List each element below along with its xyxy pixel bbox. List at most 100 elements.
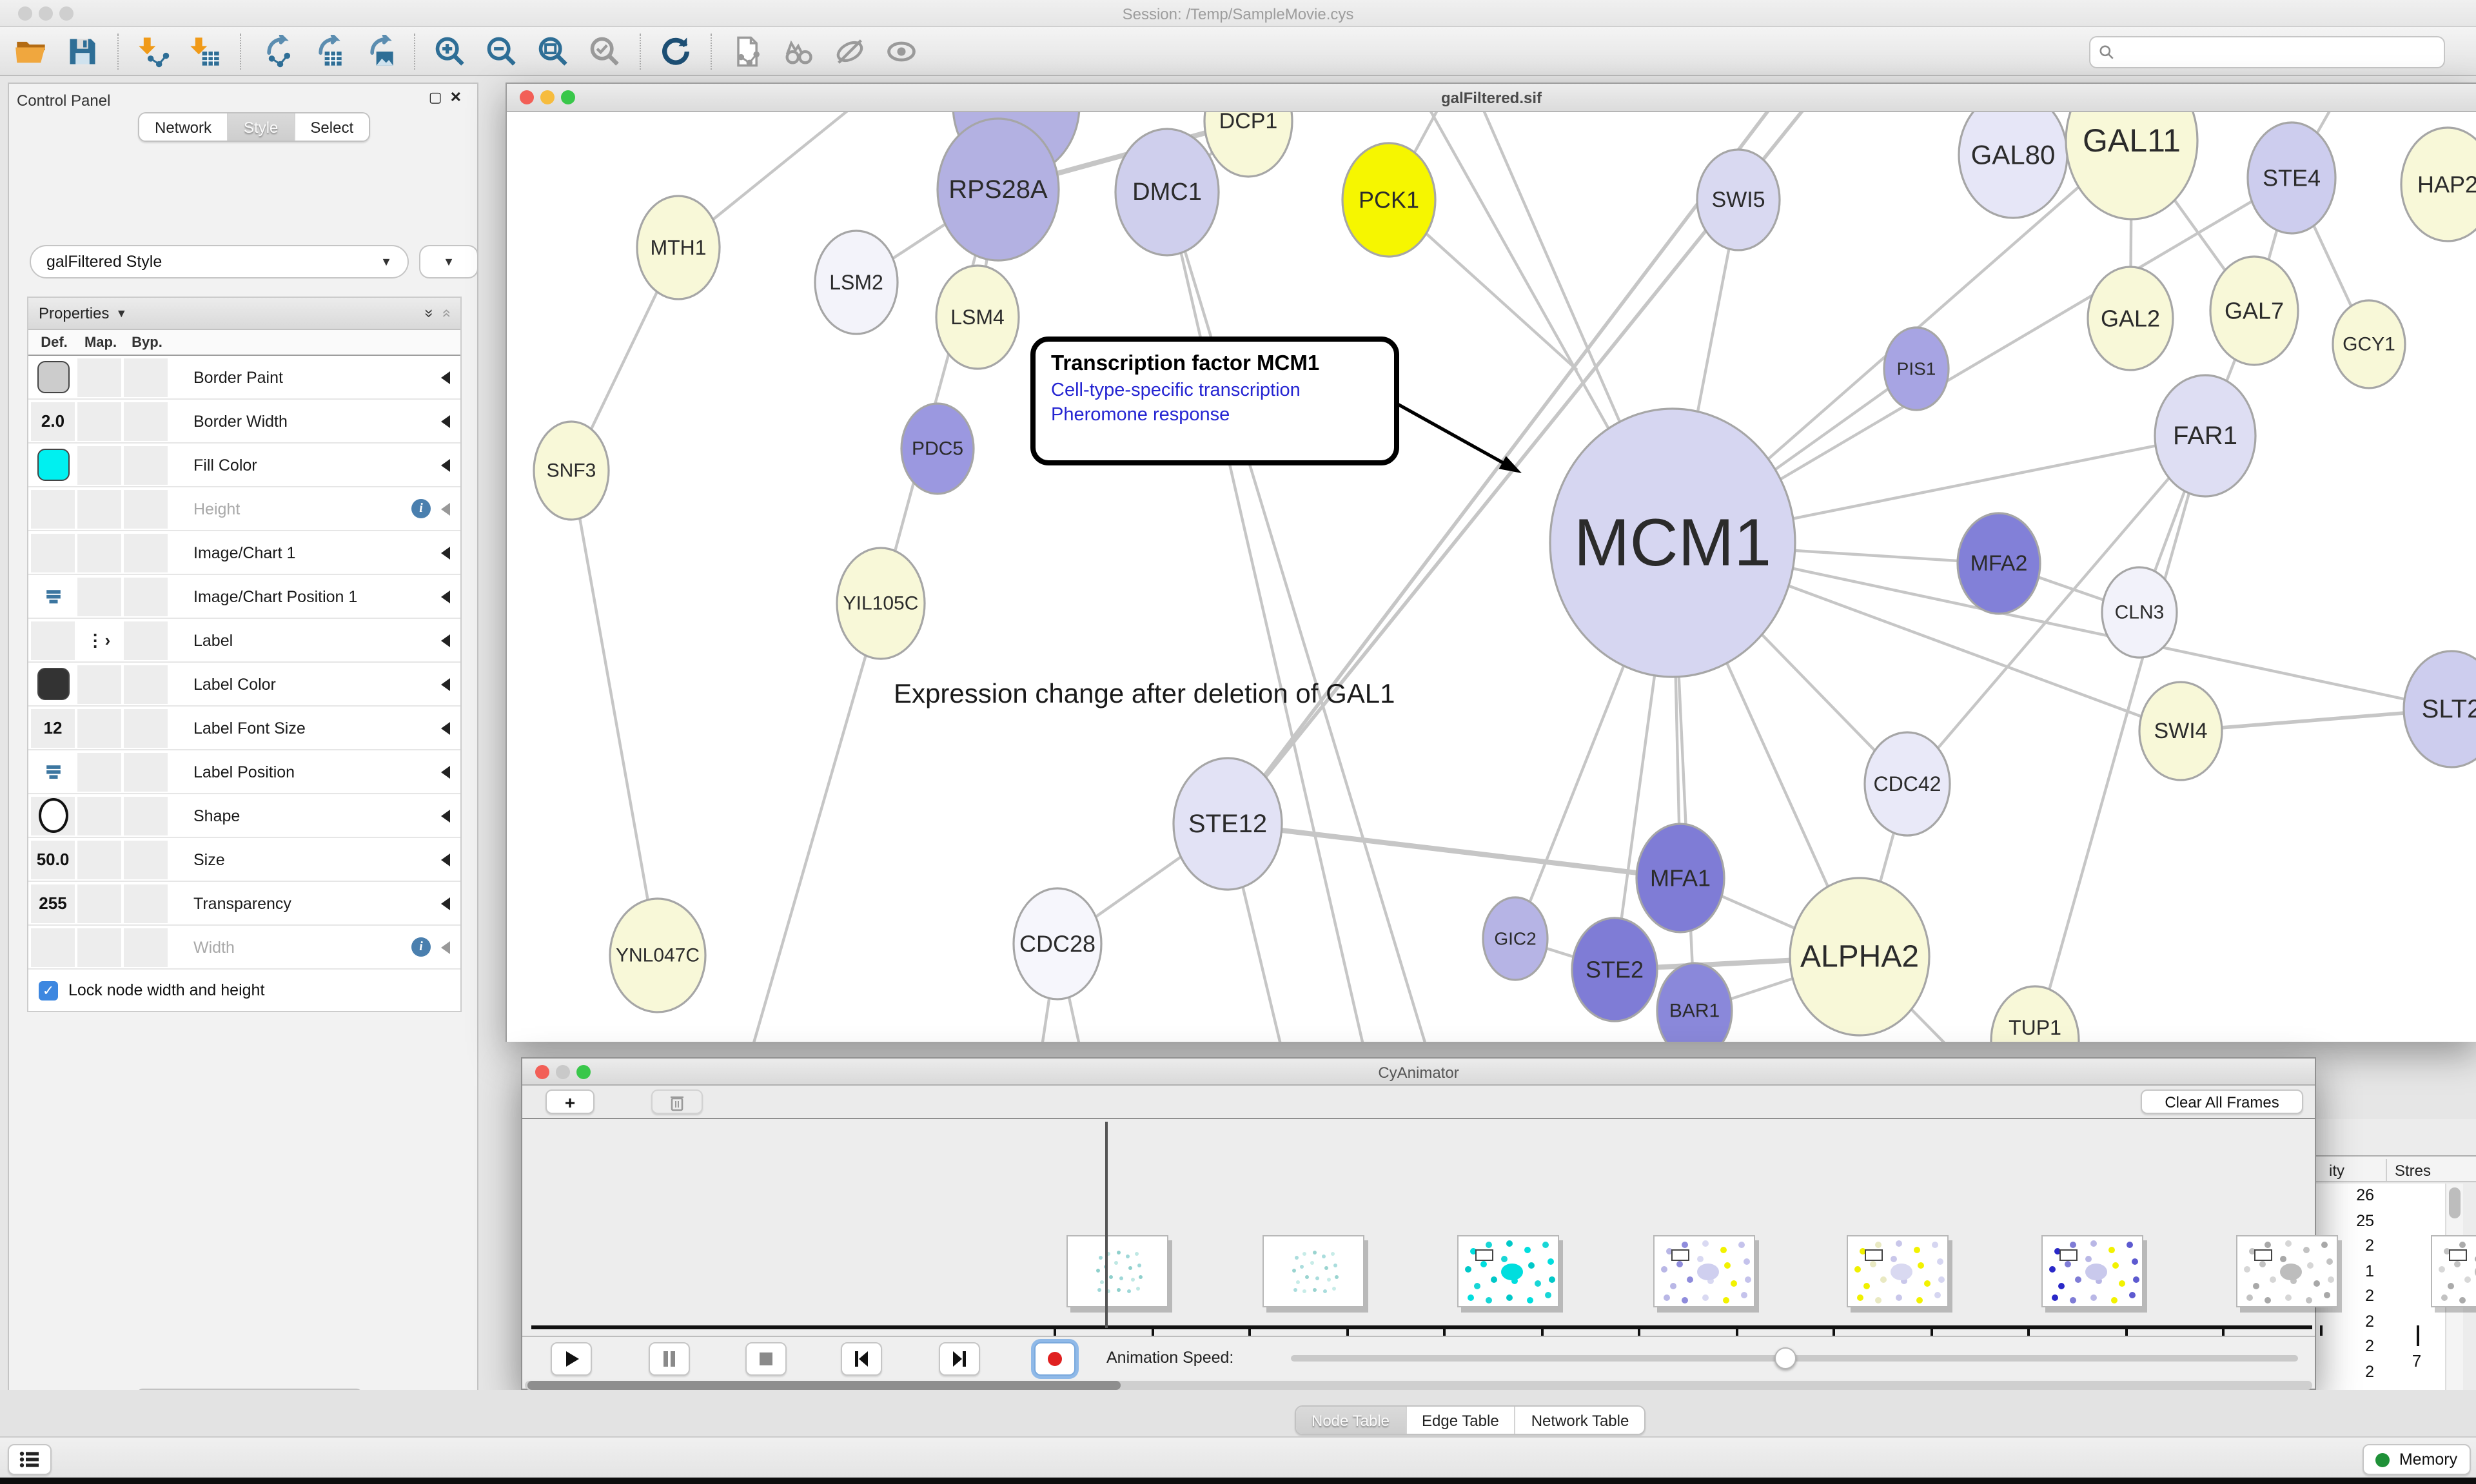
property-row[interactable]: 2.0Border Width bbox=[28, 400, 460, 444]
expand-row-icon[interactable] bbox=[441, 809, 450, 822]
mapping-cell[interactable] bbox=[77, 752, 121, 791]
play-button[interactable] bbox=[551, 1342, 592, 1376]
property-row[interactable]: 12Label Font Size bbox=[28, 707, 460, 750]
frame-thumbnail[interactable] bbox=[1653, 1235, 1755, 1307]
export-image-icon[interactable] bbox=[361, 33, 397, 69]
scrollbar-thumb[interactable] bbox=[527, 1381, 1121, 1390]
mapping-cell[interactable] bbox=[77, 445, 121, 484]
delete-frame-button[interactable] bbox=[651, 1089, 703, 1114]
bypass-cell[interactable] bbox=[124, 884, 168, 923]
style-selector[interactable]: galFiltered Style ▼ bbox=[30, 245, 409, 278]
bypass-cell[interactable] bbox=[124, 402, 168, 440]
float-panel-icon[interactable]: ▢ bbox=[429, 90, 450, 106]
mapping-cell[interactable] bbox=[77, 840, 121, 879]
expand-row-icon[interactable] bbox=[441, 371, 450, 384]
tab-network[interactable]: Network bbox=[139, 113, 227, 141]
bypass-cell[interactable] bbox=[124, 621, 168, 659]
property-row[interactable]: Label Color bbox=[28, 663, 460, 707]
zoom-selected-icon[interactable] bbox=[587, 33, 623, 69]
property-row[interactable]: Widthi bbox=[28, 926, 460, 970]
property-row[interactable]: Fill Color bbox=[28, 444, 460, 487]
frame-thumbnail[interactable] bbox=[2431, 1235, 2476, 1307]
mapping-cell[interactable] bbox=[77, 489, 121, 528]
search-field[interactable] bbox=[2089, 36, 2445, 68]
style-options-button[interactable]: ▼ bbox=[419, 245, 478, 278]
network-edge[interactable] bbox=[1167, 192, 1410, 1042]
bypass-cell[interactable] bbox=[124, 533, 168, 572]
bypass-cell[interactable] bbox=[124, 796, 168, 835]
frame-thumbnail[interactable] bbox=[1263, 1235, 1364, 1307]
stop-button[interactable] bbox=[745, 1342, 787, 1376]
close-panel-icon[interactable]: ✕ bbox=[450, 90, 469, 106]
mapping-cell[interactable] bbox=[77, 402, 121, 440]
default-value-cell[interactable] bbox=[31, 621, 75, 659]
export-network-icon[interactable] bbox=[258, 33, 294, 69]
timeline-playhead[interactable] bbox=[1105, 1122, 1107, 1328]
expand-row-icon[interactable] bbox=[441, 941, 450, 953]
tab-node-table[interactable]: Node Table bbox=[1296, 1407, 1405, 1434]
default-value-cell[interactable] bbox=[31, 489, 75, 528]
clear-all-frames-button[interactable]: Clear All Frames bbox=[2141, 1089, 2303, 1114]
bypass-cell[interactable] bbox=[124, 708, 168, 747]
default-value-cell[interactable]: 2.0 bbox=[31, 402, 75, 440]
frame-thumbnail[interactable] bbox=[1066, 1235, 1168, 1307]
bypass-cell[interactable] bbox=[124, 577, 168, 616]
mapping-cell[interactable] bbox=[77, 533, 121, 572]
tab-network-table[interactable]: Network Table bbox=[1515, 1407, 1645, 1434]
default-value-cell[interactable] bbox=[31, 358, 75, 396]
annotation-box[interactable]: Transcription factor MCM1 Cell-type-spec… bbox=[1030, 337, 1399, 465]
default-value-cell[interactable] bbox=[31, 752, 75, 791]
property-row[interactable]: ⋮›Label bbox=[28, 619, 460, 663]
skip-start-button[interactable] bbox=[841, 1342, 882, 1376]
bypass-cell[interactable] bbox=[124, 928, 168, 966]
mapping-cell[interactable] bbox=[77, 708, 121, 747]
record-button[interactable] bbox=[1034, 1342, 1076, 1376]
expand-row-icon[interactable] bbox=[441, 678, 450, 690]
scrollbar-thumb[interactable] bbox=[2449, 1187, 2461, 1218]
refresh-icon[interactable] bbox=[658, 33, 694, 69]
default-value-cell[interactable] bbox=[31, 665, 75, 703]
show-icon[interactable] bbox=[883, 33, 919, 69]
export-table-icon[interactable] bbox=[310, 33, 346, 69]
property-row[interactable]: Border Paint bbox=[28, 356, 460, 400]
table-col2-header[interactable]: Stres bbox=[2395, 1162, 2431, 1180]
default-value-cell[interactable] bbox=[31, 796, 75, 835]
default-value-cell[interactable]: 255 bbox=[31, 884, 75, 923]
network-edge[interactable] bbox=[1228, 824, 1680, 878]
table-col1-header[interactable]: ity bbox=[2329, 1162, 2344, 1180]
property-row[interactable]: Image/Chart 1 bbox=[28, 531, 460, 575]
default-value-cell[interactable]: 12 bbox=[31, 708, 75, 747]
zoom-fit-icon[interactable] bbox=[535, 33, 571, 69]
default-value-cell[interactable] bbox=[31, 533, 75, 572]
save-icon[interactable] bbox=[64, 33, 101, 69]
frame-thumbnail[interactable] bbox=[1847, 1235, 1949, 1307]
properties-header[interactable]: Properties ▼ » » bbox=[28, 298, 460, 330]
zoom-in-icon[interactable] bbox=[432, 33, 468, 69]
show-panel-menu-button[interactable] bbox=[8, 1444, 52, 1475]
collapse-all-icon[interactable]: » bbox=[437, 309, 455, 317]
add-frame-button[interactable]: + bbox=[545, 1089, 594, 1114]
property-row[interactable]: Label Position bbox=[28, 750, 460, 794]
expand-row-icon[interactable] bbox=[441, 897, 450, 910]
zoom-out-icon[interactable] bbox=[484, 33, 520, 69]
bypass-cell[interactable] bbox=[124, 665, 168, 703]
property-row[interactable]: Shape bbox=[28, 794, 460, 838]
bypass-cell[interactable] bbox=[124, 445, 168, 484]
mapping-cell[interactable]: ⋮› bbox=[77, 621, 121, 659]
expand-row-icon[interactable] bbox=[441, 765, 450, 778]
animation-speed-slider[interactable] bbox=[1291, 1355, 2298, 1362]
lock-checkbox[interactable]: ✓ bbox=[39, 981, 58, 1000]
tab-select[interactable]: Select bbox=[293, 113, 369, 141]
import-table-icon[interactable] bbox=[187, 33, 223, 69]
expand-row-icon[interactable] bbox=[441, 634, 450, 647]
info-icon[interactable]: i bbox=[411, 499, 431, 518]
expand-row-icon[interactable] bbox=[441, 502, 450, 515]
annotation-link[interactable]: Cell-type-specific transcription bbox=[1051, 380, 1379, 401]
timeline-axis[interactable] bbox=[531, 1325, 2312, 1329]
annotation-link[interactable]: Pheromone response bbox=[1051, 405, 1379, 425]
memory-button[interactable]: Memory bbox=[2363, 1444, 2471, 1475]
property-row[interactable]: 255Transparency bbox=[28, 882, 460, 926]
clipboard-icon[interactable] bbox=[729, 33, 765, 69]
default-value-cell[interactable]: 50.0 bbox=[31, 840, 75, 879]
bypass-cell[interactable] bbox=[124, 752, 168, 791]
